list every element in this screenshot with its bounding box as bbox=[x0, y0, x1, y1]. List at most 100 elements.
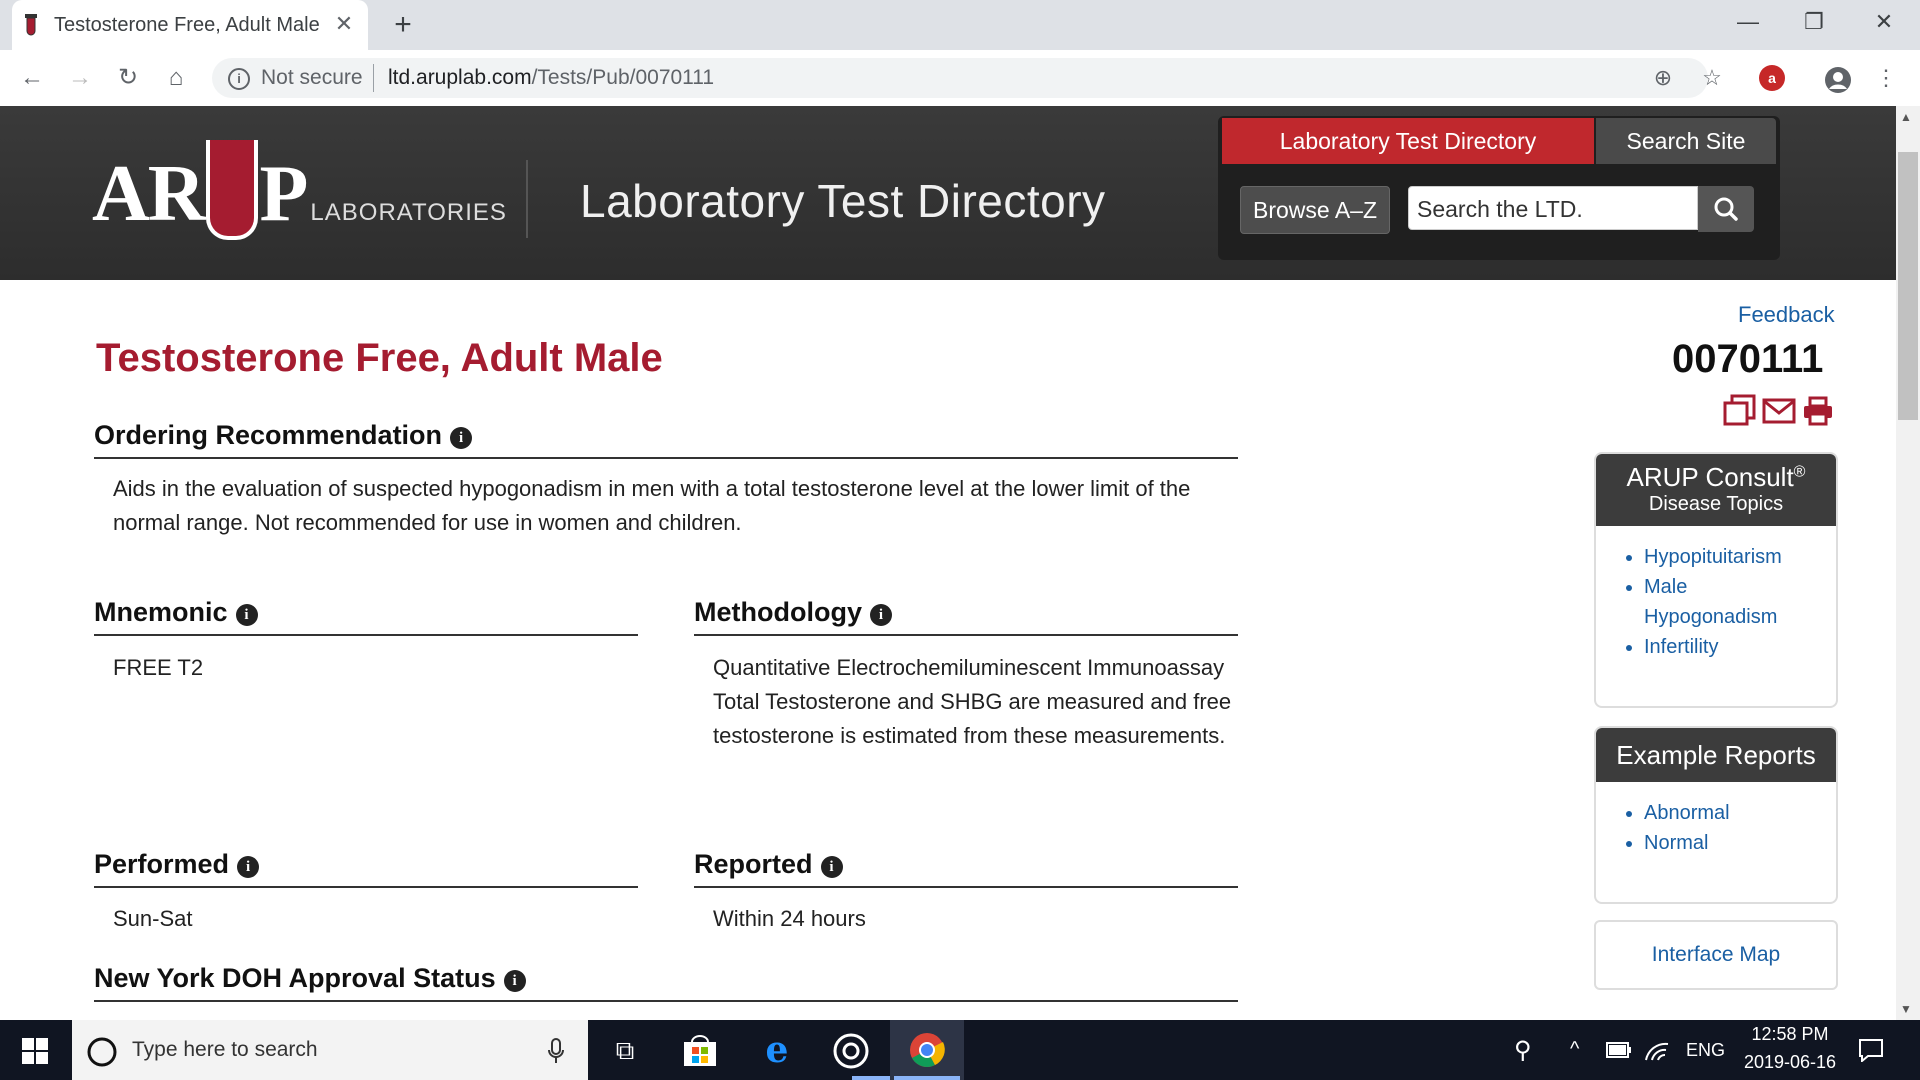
list-item[interactable]: Normal bbox=[1644, 828, 1836, 858]
logo-text-left: AR bbox=[92, 150, 206, 238]
taskbar-search-placeholder: Type here to search bbox=[132, 1038, 318, 1061]
disease-topics-list: Hypopituitarism Male Hypogonadism Infert… bbox=[1596, 526, 1836, 674]
search-icon bbox=[1714, 197, 1738, 221]
reported-heading: Reported i bbox=[694, 849, 1238, 888]
list-item[interactable]: Male Hypogonadism bbox=[1644, 572, 1794, 632]
mnemonic-heading: Mnemonic i bbox=[94, 597, 638, 636]
clock-date[interactable]: 2019-06-16 bbox=[1734, 1052, 1846, 1073]
logo-subtitle: LABORATORIES bbox=[310, 199, 507, 226]
methodology-line-1: Quantitative Electrochemiluminescent Imm… bbox=[713, 655, 1225, 680]
arup-consult-title: ARUP Consult bbox=[1626, 462, 1794, 492]
copy-icon[interactable] bbox=[1722, 394, 1758, 426]
scrollbar-thumb[interactable] bbox=[1898, 152, 1918, 420]
list-item[interactable]: Hypopituitarism bbox=[1644, 542, 1836, 572]
zoom-icon[interactable]: ⊕ bbox=[1645, 60, 1681, 96]
methodology-line-2: Total Testosterone and SHBG are measured… bbox=[713, 689, 1232, 748]
ny-doh-heading-text: New York DOH Approval Status bbox=[94, 963, 496, 993]
microphone-icon[interactable] bbox=[548, 1038, 564, 1064]
email-icon[interactable] bbox=[1762, 398, 1796, 424]
minimize-icon[interactable]: — bbox=[1716, 0, 1780, 44]
chrome-browser-icon[interactable] bbox=[909, 1032, 945, 1068]
arup-consult-title-row: ARUP Consult® bbox=[1596, 462, 1836, 493]
windows-start-icon[interactable] bbox=[22, 1038, 48, 1064]
security-label[interactable]: Not secure bbox=[261, 66, 363, 90]
tab-close-icon[interactable]: ✕ bbox=[330, 10, 358, 38]
profile-icon[interactable] bbox=[1824, 66, 1852, 94]
example-reports-list: Abnormal Normal bbox=[1596, 782, 1836, 870]
url-text[interactable]: ltd.aruplab.com/Tests/Pub/0070111 bbox=[388, 66, 714, 90]
url-host: ltd.aruplab.com bbox=[388, 66, 532, 89]
reported-heading-text: Reported bbox=[694, 849, 813, 879]
performed-value: Sun-Sat bbox=[113, 906, 193, 931]
task-view-icon[interactable]: ⧉ bbox=[588, 1020, 662, 1080]
info-icon[interactable]: i bbox=[237, 856, 260, 878]
mnemonic-heading-text: Mnemonic bbox=[94, 597, 228, 627]
menu-kebab-icon[interactable]: ⋮ bbox=[1868, 60, 1904, 96]
home-icon[interactable]: ⌂ bbox=[158, 60, 194, 96]
reload-icon[interactable]: ↻ bbox=[110, 60, 146, 96]
list-item[interactable]: Abnormal bbox=[1644, 798, 1836, 828]
test-code: 0070111 bbox=[1672, 337, 1824, 381]
extension-icon[interactable]: a bbox=[1759, 65, 1785, 91]
topic-link-hypopituitarism[interactable]: Hypopituitarism bbox=[1644, 546, 1782, 568]
edge-browser-icon[interactable]: e bbox=[740, 1020, 814, 1080]
arup-consult-box: ARUP Consult® Disease Topics Hypopituita… bbox=[1594, 452, 1838, 708]
interface-map-link[interactable]: Interface Map bbox=[1594, 920, 1838, 990]
ordering-recommendation-heading: Ordering Recommendation i bbox=[94, 420, 1238, 459]
ny-doh-approval-heading: New York DOH Approval Status i bbox=[94, 963, 1238, 1002]
wifi-icon[interactable] bbox=[1644, 1040, 1670, 1062]
scroll-down-icon[interactable]: ▼ bbox=[1900, 1002, 1912, 1016]
example-reports-title: Example Reports bbox=[1596, 728, 1836, 782]
mnemonic-value: FREE T2 bbox=[113, 655, 204, 680]
info-icon[interactable]: i bbox=[869, 604, 892, 626]
ordering-heading-text: Ordering Recommendation bbox=[94, 420, 443, 450]
battery-icon[interactable] bbox=[1606, 1042, 1632, 1058]
browse-az-button[interactable]: Browse A–Z bbox=[1240, 186, 1390, 234]
forward-icon[interactable]: → bbox=[62, 60, 98, 96]
bookmark-star-icon[interactable]: ☆ bbox=[1694, 60, 1730, 96]
logo-text-right: P bbox=[259, 150, 309, 238]
tab-laboratory-test-directory[interactable]: Laboratory Test Directory bbox=[1222, 118, 1594, 164]
topic-link-infertility[interactable]: Infertility bbox=[1644, 636, 1718, 658]
methodology-heading: Methodology i bbox=[694, 597, 1238, 636]
info-icon[interactable]: i bbox=[503, 970, 526, 992]
list-item[interactable]: Infertility bbox=[1644, 632, 1836, 662]
scroll-up-icon[interactable]: ▲ bbox=[1900, 110, 1912, 124]
info-icon[interactable]: i bbox=[450, 427, 473, 449]
report-link-normal[interactable]: Normal bbox=[1644, 832, 1708, 854]
site-info-icon[interactable]: i bbox=[228, 68, 250, 90]
tube-favicon-icon bbox=[25, 14, 37, 36]
feedback-link[interactable]: Feedback bbox=[1738, 302, 1835, 328]
topic-link-male-hypogonadism[interactable]: Male Hypogonadism bbox=[1644, 576, 1777, 628]
back-icon[interactable]: ← bbox=[14, 60, 50, 96]
page-title: Testosterone Free, Adult Male bbox=[96, 336, 663, 380]
microsoft-store-icon[interactable] bbox=[682, 1034, 718, 1068]
search-input[interactable]: Search the LTD. bbox=[1408, 186, 1698, 230]
tab-title: Testosterone Free, Adult Male bbox=[54, 14, 320, 36]
arup-logo[interactable]: AR P LABORATORIES bbox=[92, 140, 507, 240]
media-player-icon[interactable] bbox=[832, 1032, 870, 1070]
info-icon[interactable]: i bbox=[235, 604, 258, 626]
ordering-recommendation-text: Aids in the evaluation of suspected hypo… bbox=[113, 476, 1191, 535]
header-divider bbox=[526, 160, 528, 238]
new-tab-icon[interactable]: + bbox=[386, 8, 420, 42]
tab-search-site[interactable]: Search Site bbox=[1596, 118, 1776, 164]
methodology-heading-text: Methodology bbox=[694, 597, 862, 627]
arup-consult-subtitle: Disease Topics bbox=[1648, 493, 1784, 515]
people-icon[interactable]: ⚲ bbox=[1514, 1036, 1532, 1065]
performed-heading: Performed i bbox=[94, 849, 638, 888]
example-reports-box: Example Reports Abnormal Normal bbox=[1594, 726, 1838, 904]
close-window-icon[interactable]: ✕ bbox=[1852, 0, 1916, 44]
clock-time[interactable]: 12:58 PM bbox=[1740, 1024, 1840, 1045]
language-indicator[interactable]: ENG bbox=[1686, 1040, 1725, 1061]
chrome-active-indicator bbox=[894, 1076, 960, 1080]
chevron-up-icon[interactable]: ^ bbox=[1570, 1038, 1579, 1061]
cortana-icon bbox=[87, 1037, 117, 1067]
arup-consult-header: ARUP Consult® Disease Topics bbox=[1596, 454, 1836, 526]
report-link-abnormal[interactable]: Abnormal bbox=[1644, 802, 1730, 824]
info-icon[interactable]: i bbox=[820, 856, 843, 878]
action-center-icon[interactable] bbox=[1858, 1038, 1884, 1062]
search-button[interactable] bbox=[1698, 186, 1754, 232]
print-icon[interactable] bbox=[1802, 396, 1834, 426]
restore-icon[interactable]: ❐ bbox=[1782, 0, 1846, 44]
